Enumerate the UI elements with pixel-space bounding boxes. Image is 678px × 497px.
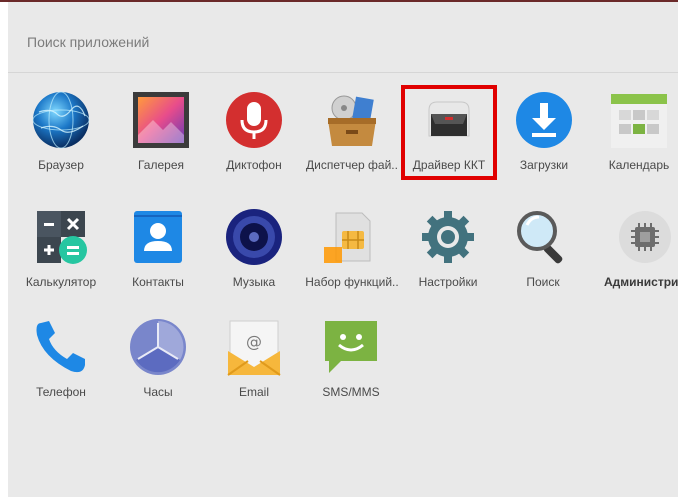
app-file-manager[interactable]: Диспетчер фай.. bbox=[302, 90, 402, 200]
file-manager-icon bbox=[328, 95, 376, 146]
app-label: Браузер bbox=[38, 158, 84, 172]
email-icon: @ bbox=[227, 320, 281, 376]
app-sms[interactable]: SMS/MMS bbox=[301, 317, 401, 427]
app-admin[interactable]: Администрир bbox=[595, 207, 678, 317]
app-label: Музыка bbox=[232, 275, 276, 289]
app-settings[interactable]: Настройки bbox=[398, 207, 498, 317]
app-label: Email bbox=[238, 385, 269, 399]
globe-icon bbox=[32, 91, 90, 149]
calculator-icon bbox=[37, 211, 87, 264]
app-clock[interactable]: Часы bbox=[108, 317, 208, 427]
magnifier-icon bbox=[517, 211, 563, 264]
app-downloads[interactable]: Загрузки bbox=[494, 90, 594, 200]
app-calendar[interactable]: Календарь bbox=[589, 90, 678, 200]
app-label: Телефон bbox=[36, 385, 86, 399]
app-label: Диктофон bbox=[226, 158, 282, 172]
chip-icon bbox=[619, 211, 671, 263]
gallery-icon bbox=[133, 92, 189, 148]
app-label: Часы bbox=[143, 385, 173, 399]
microphone-icon bbox=[226, 92, 282, 148]
app-phone[interactable]: Телефон bbox=[11, 317, 111, 427]
search-bar[interactable]: Поиск приложений bbox=[8, 2, 678, 73]
app-music[interactable]: Музыка bbox=[204, 207, 304, 317]
app-drawer: Поиск приложений Браузер Галерея Диктофо… bbox=[8, 2, 678, 497]
app-gallery[interactable]: Галерея bbox=[111, 90, 211, 200]
app-label: Настройки bbox=[418, 275, 478, 289]
app-label: Календарь bbox=[608, 158, 670, 172]
app-label: Набор функций.. bbox=[305, 275, 399, 289]
clock-icon bbox=[130, 319, 186, 375]
app-search[interactable]: Поиск bbox=[493, 207, 593, 317]
sms-icon bbox=[325, 321, 377, 373]
app-label: Администрир bbox=[604, 275, 678, 289]
sim-toolkit-icon bbox=[324, 212, 371, 263]
highlight-frame bbox=[401, 85, 497, 180]
gear-icon bbox=[422, 211, 474, 263]
app-label: Загрузки bbox=[519, 158, 569, 172]
app-sim-toolkit[interactable]: Набор функций.. bbox=[302, 207, 402, 317]
app-email[interactable]: @ Email bbox=[204, 317, 304, 427]
app-label: Калькулятор bbox=[25, 275, 97, 289]
calendar-icon bbox=[611, 94, 667, 148]
app-label: Контакты bbox=[132, 275, 184, 289]
app-label: SMS/MMS bbox=[322, 385, 380, 399]
app-label: Поиск bbox=[526, 275, 560, 289]
app-label: Галерея bbox=[137, 158, 185, 172]
app-calculator[interactable]: Калькулятор bbox=[11, 207, 111, 317]
app-label: Диспетчер фай.. bbox=[306, 158, 398, 172]
svg-text:@: @ bbox=[246, 332, 262, 351]
phone-icon bbox=[36, 321, 85, 373]
contacts-icon bbox=[134, 211, 182, 263]
search-input[interactable]: Поиск приложений bbox=[27, 34, 149, 50]
music-speaker-icon bbox=[226, 209, 282, 265]
app-recorder[interactable]: Диктофон bbox=[204, 90, 304, 200]
app-browser[interactable]: Браузер bbox=[11, 90, 111, 200]
download-icon bbox=[516, 92, 572, 148]
app-contacts[interactable]: Контакты bbox=[108, 207, 208, 317]
